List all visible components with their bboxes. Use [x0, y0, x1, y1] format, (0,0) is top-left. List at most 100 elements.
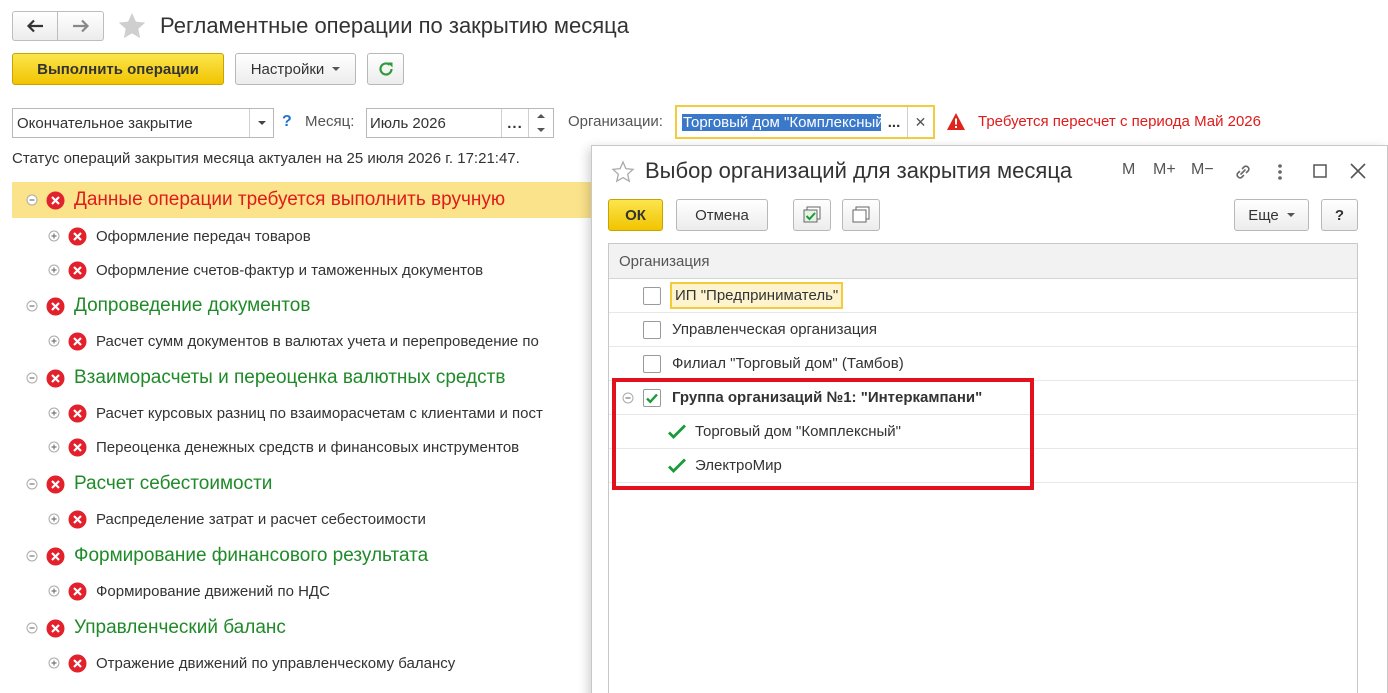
tree-item[interactable]: Расчет курсовых разниц по взаиморасчетам…: [12, 395, 612, 431]
error-icon: [68, 582, 87, 600]
tree-item-label: Распределение затрат и расчет себестоимо…: [96, 510, 426, 528]
org-label: Филиал "Торговый дом" (Тамбов): [672, 355, 904, 372]
tree-group-label: Управленческий баланс: [74, 617, 286, 638]
back-button[interactable]: [12, 11, 58, 41]
error-icon: [46, 547, 65, 565]
collapse-icon[interactable]: [25, 477, 39, 491]
more-actions-label: Еще: [1248, 206, 1279, 224]
expand-icon[interactable]: [47, 512, 61, 526]
spin-down-button[interactable]: [529, 123, 553, 137]
organization-select-dialog: Выбор организаций для закрытия месяца M …: [591, 145, 1388, 693]
clear-icon[interactable]: ✕: [907, 107, 933, 137]
maximize-icon[interactable]: [1313, 164, 1327, 178]
org-checkbox[interactable]: [643, 320, 661, 339]
chevron-down-icon: [1286, 213, 1295, 217]
expand-icon[interactable]: [47, 656, 61, 670]
forward-button[interactable]: [58, 11, 104, 41]
tree-item-label: Расчет курсовых разниц по взаиморасчетам…: [96, 404, 543, 422]
help-button[interactable]: ?: [1321, 199, 1358, 231]
error-icon: [68, 654, 87, 672]
expand-icon[interactable]: [47, 229, 61, 243]
more-vertical-icon[interactable]: [1274, 162, 1286, 182]
favorite-star-icon[interactable]: [117, 11, 147, 41]
memory-plus-button[interactable]: M+: [1153, 161, 1176, 179]
tree-item-label: Расчет сумм документов в валютах учета и…: [96, 332, 539, 350]
error-icon: [68, 510, 87, 528]
dialog-title: Выбор организаций для закрытия месяца: [645, 158, 1073, 183]
error-icon: [46, 619, 65, 637]
tree-item[interactable]: Оформление передач товаров: [12, 218, 612, 254]
expand-icon[interactable]: [47, 263, 61, 277]
collapse-icon[interactable]: [25, 621, 39, 635]
tree-item[interactable]: Переоценка денежных средств и финансовых…: [12, 429, 612, 465]
cancel-button[interactable]: Отмена: [676, 199, 768, 231]
arrow-right-icon: [72, 19, 89, 33]
tree-group-manual[interactable]: Данные операции требуется выполнить вруч…: [12, 182, 612, 218]
refresh-icon: [378, 62, 393, 76]
tree-item-label: Отражение движений по управленческому ба…: [96, 654, 456, 672]
org-row[interactable]: ИП "Предприниматель": [609, 279, 1357, 313]
month-label: Месяц:: [305, 113, 355, 130]
month-value: Июль 2026: [370, 114, 446, 132]
org-checkbox[interactable]: [643, 354, 661, 373]
check-all-icon: [803, 206, 821, 223]
settings-button[interactable]: Настройки: [235, 53, 356, 85]
expand-icon[interactable]: [47, 334, 61, 348]
link-icon[interactable]: [1232, 161, 1254, 183]
org-label: ИП "Предприниматель": [670, 282, 844, 309]
close-mode-select[interactable]: Окончательное закрытие: [12, 108, 274, 138]
tree-group[interactable]: Взаиморасчеты и переоценка валютных сред…: [12, 360, 612, 396]
arrow-left-icon: [26, 19, 43, 33]
org-row[interactable]: Филиал "Торговый дом" (Тамбов): [609, 347, 1357, 381]
memory-minus-button[interactable]: M−: [1191, 161, 1214, 179]
close-mode-value: Окончательное закрытие: [17, 114, 193, 132]
organizations-value: Торговый дом "Комплексный": [682, 113, 881, 131]
tree-item-label: Переоценка денежных средств и финансовых…: [96, 438, 520, 456]
expand-icon[interactable]: [47, 440, 61, 454]
run-operations-button[interactable]: Выполнить операции: [12, 53, 224, 85]
month-field[interactable]: Июль 2026 ...: [366, 108, 554, 138]
favorite-star-icon[interactable]: [611, 160, 635, 184]
tree-group-label: Расчет себестоимости: [74, 473, 273, 494]
tree-group-label: Допроведение документов: [74, 295, 311, 316]
uncheck-all-button[interactable]: [842, 199, 880, 231]
error-icon: [46, 191, 65, 209]
collapse-icon[interactable]: [25, 549, 39, 563]
dropdown-button[interactable]: [249, 109, 273, 137]
ok-button[interactable]: ОК: [608, 199, 663, 231]
month-spinner[interactable]: [528, 109, 553, 137]
memory-button[interactable]: M: [1122, 161, 1135, 179]
tree-item[interactable]: Оформление счетов-фактур и таможенных до…: [12, 252, 612, 288]
tree-item[interactable]: Формирование движений по НДС: [12, 573, 612, 609]
month-choose-button[interactable]: ...: [501, 109, 528, 137]
more-actions-button[interactable]: Еще: [1234, 199, 1309, 231]
org-checkbox[interactable]: [643, 286, 661, 305]
column-header-organization[interactable]: Организация: [609, 244, 1357, 279]
chevron-down-icon: [257, 121, 266, 125]
tree-item-label: Оформление счетов-фактур и таможенных до…: [96, 261, 484, 279]
expand-icon[interactable]: [47, 584, 61, 598]
recalc-warning: Требуется пересчет с периода Май 2026: [978, 113, 1261, 130]
org-row[interactable]: Управленческая организация: [609, 313, 1357, 347]
close-icon[interactable]: [1349, 162, 1367, 180]
organizations-choose-button[interactable]: ...: [881, 114, 907, 131]
refresh-button[interactable]: [367, 53, 404, 85]
tree-item[interactable]: Расчет сумм документов в валютах учета и…: [12, 323, 612, 359]
collapse-icon[interactable]: [25, 299, 39, 313]
error-icon: [68, 261, 87, 279]
collapse-icon[interactable]: [25, 193, 39, 207]
check-all-button[interactable]: [793, 199, 831, 231]
tree-group[interactable]: Формирование финансового результата: [12, 538, 612, 574]
triangle-down-icon: [537, 128, 545, 132]
tree-group[interactable]: Управленческий баланс: [12, 610, 612, 646]
tree-group[interactable]: Расчет себестоимости: [12, 466, 612, 502]
tree-group[interactable]: Допроведение документов: [12, 288, 612, 324]
spin-up-button[interactable]: [529, 109, 553, 123]
collapse-icon[interactable]: [25, 371, 39, 385]
error-icon: [46, 369, 65, 387]
expand-icon[interactable]: [47, 406, 61, 420]
help-link[interactable]: ?: [282, 113, 292, 131]
tree-item[interactable]: Отражение движений по управленческому ба…: [12, 645, 612, 681]
organizations-field[interactable]: Торговый дом "Комплексный" ... ✕: [675, 105, 935, 139]
tree-item[interactable]: Распределение затрат и расчет себестоимо…: [12, 501, 612, 537]
